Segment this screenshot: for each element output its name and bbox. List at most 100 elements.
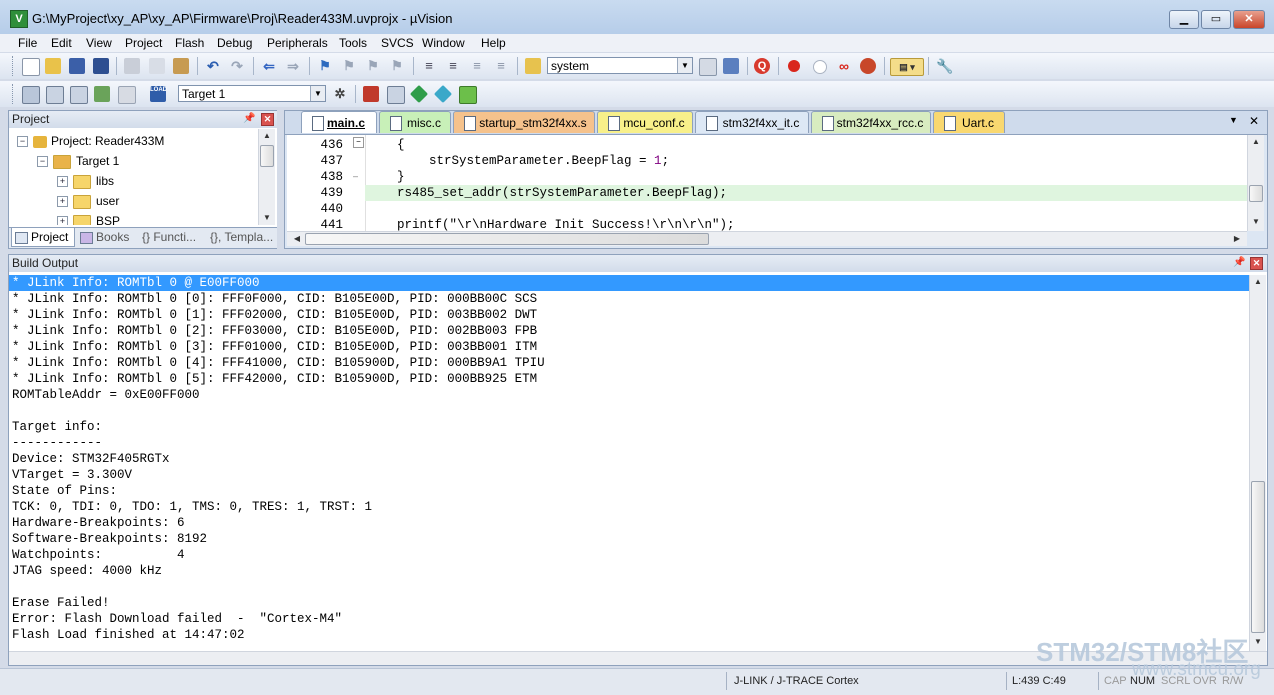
collapse-icon[interactable]: − <box>37 156 48 168</box>
menu-help[interactable]: Help <box>479 34 508 52</box>
expand-icon[interactable]: + <box>57 216 68 225</box>
tab-project[interactable]: Project <box>11 228 75 247</box>
scroll-thumb[interactable] <box>260 145 274 167</box>
chevron-down-icon[interactable]: ▼ <box>310 86 325 101</box>
clear-bookmarks-icon[interactable]: ⚑ <box>389 58 405 74</box>
configure-wrench-icon[interactable]: 🔧 <box>936 58 953 74</box>
chevron-down-icon[interactable]: ▼ <box>677 58 692 73</box>
pack-installer-icon[interactable] <box>433 84 453 104</box>
tree-target[interactable]: − Target 1 <box>37 152 119 170</box>
menu-edit[interactable]: Edit <box>49 34 74 52</box>
kill-breakpoints-icon[interactable] <box>860 58 876 74</box>
scroll-thumb[interactable] <box>1251 481 1265 633</box>
tab-main-c[interactable]: main.c <box>301 111 377 133</box>
menu-project[interactable]: Project <box>123 34 164 52</box>
scroll-thumb[interactable] <box>305 233 709 245</box>
tab-functions[interactable]: {} Functi... <box>139 228 205 247</box>
menu-flash[interactable]: Flash <box>173 34 206 52</box>
expand-icon[interactable]: + <box>57 196 68 208</box>
breakpoint-icon[interactable] <box>788 60 800 72</box>
redo-icon[interactable]: ↷ <box>229 58 245 74</box>
search-combo[interactable]: system ▼ <box>547 57 693 74</box>
collapse-icon[interactable]: − <box>17 136 28 148</box>
project-tree-scrollbar[interactable]: ▲ ▼ <box>258 129 275 225</box>
translate-icon[interactable] <box>22 86 40 104</box>
find-in-files-icon[interactable] <box>525 58 541 74</box>
menu-svcs[interactable]: SVCS <box>379 34 416 52</box>
close-window-button[interactable]: ✕ <box>1233 10 1265 29</box>
build-output-text[interactable]: * JLink Info: ROMTbl 0 @ E00FF000 * JLin… <box>9 275 1249 651</box>
close-panel-icon[interactable]: ✕ <box>261 113 274 126</box>
tab-stm32f4xx-rcc-c[interactable]: stm32f4xx_rcc.c <box>811 111 931 133</box>
scroll-up-icon[interactable]: ▲ <box>259 129 275 143</box>
comment-icon[interactable]: ≡ <box>469 58 485 74</box>
window-layout-dropdown[interactable]: ▤ ▾ <box>890 58 924 76</box>
stop-build-icon[interactable] <box>118 86 136 104</box>
navigate-forward-icon[interactable]: ⇒ <box>285 58 301 74</box>
copy-icon[interactable] <box>149 58 165 74</box>
load-download-icon[interactable]: LOAD <box>150 86 167 102</box>
save-all-icon[interactable] <box>93 58 109 74</box>
disable-breakpoint-icon[interactable] <box>813 60 827 74</box>
editor-vertical-scrollbar[interactable]: ▲ ▼ <box>1247 135 1264 231</box>
close-panel-icon[interactable]: ✕ <box>1250 257 1263 270</box>
tab-mcu-conf-c[interactable]: mcu_conf.c <box>597 111 693 133</box>
tree-root[interactable]: − Project: Reader433M <box>17 132 164 150</box>
prev-bookmark-icon[interactable]: ⚑ <box>341 58 357 74</box>
open-folder-icon[interactable] <box>45 58 61 74</box>
scroll-right-icon[interactable]: ▶ <box>1229 232 1245 246</box>
maximize-button[interactable]: ▭ <box>1201 10 1231 29</box>
pin-icon[interactable]: 📌 <box>1233 257 1245 269</box>
pin-icon[interactable]: 📌 <box>243 113 255 125</box>
batch-build-icon[interactable] <box>94 86 110 102</box>
scroll-up-icon[interactable]: ▲ <box>1248 135 1264 149</box>
paste-icon[interactable] <box>173 58 189 74</box>
menu-debug[interactable]: Debug <box>215 34 254 52</box>
uncomment-icon[interactable]: ≡ <box>493 58 509 74</box>
clear-breakpoints-icon[interactable]: ∞ <box>836 58 852 74</box>
target-options-icon[interactable]: ✲ <box>332 86 348 102</box>
incremental-find-icon[interactable] <box>723 58 739 74</box>
find-icon[interactable] <box>699 58 717 76</box>
close-editor-tab-icon[interactable]: ✕ <box>1249 114 1259 128</box>
tab-misc-c[interactable]: misc.c <box>379 111 451 133</box>
debug-session-icon[interactable]: Q <box>754 58 770 74</box>
manage-components-icon[interactable] <box>387 86 405 104</box>
tab-books[interactable]: Books <box>77 228 137 247</box>
tree-folder-bsp[interactable]: + BSP <box>57 212 120 225</box>
tab-startup-s[interactable]: startup_stm32f4xx.s <box>453 111 595 133</box>
select-packs-icon[interactable] <box>409 84 429 104</box>
tree-folder-libs[interactable]: + libs <box>57 172 114 190</box>
indent-icon[interactable]: ≡ <box>421 58 437 74</box>
scroll-thumb[interactable] <box>1249 185 1263 202</box>
menu-window[interactable]: Window <box>420 34 467 52</box>
tree-folder-user[interactable]: + user <box>57 192 119 210</box>
target-combo[interactable]: Target 1 ▼ <box>178 85 326 102</box>
minimize-button[interactable]: ▁ <box>1169 10 1199 29</box>
tab-uart-c[interactable]: Uart.c <box>933 111 1005 133</box>
tab-stm32f4xx-it-c[interactable]: stm32f4xx_it.c <box>695 111 809 133</box>
expand-icon[interactable]: + <box>57 176 68 188</box>
file-extensions-icon[interactable] <box>363 86 379 102</box>
scroll-up-icon[interactable]: ▲ <box>1250 275 1266 289</box>
scroll-down-icon[interactable]: ▼ <box>1248 215 1264 229</box>
undo-icon[interactable]: ↶ <box>205 58 221 74</box>
rebuild-icon[interactable] <box>70 86 88 104</box>
bookmark-icon[interactable]: ⚑ <box>317 58 333 74</box>
tab-list-dropdown-icon[interactable]: ▼ <box>1229 115 1238 125</box>
new-file-icon[interactable] <box>22 58 40 76</box>
menu-peripherals[interactable]: Peripherals <box>265 34 330 52</box>
navigate-back-icon[interactable]: ⇐ <box>261 58 277 74</box>
scroll-down-icon[interactable]: ▼ <box>1250 635 1266 649</box>
editor-horizontal-scrollbar[interactable]: ◀ ▶ <box>287 231 1247 246</box>
cut-icon[interactable] <box>124 58 140 74</box>
code-editor[interactable]: − 436{ 437 strSystemParameter.BeepFlag = … <box>287 135 1249 231</box>
tab-templates[interactable]: {}, Templa... <box>207 228 277 247</box>
scroll-down-icon[interactable]: ▼ <box>259 211 275 225</box>
scroll-left-icon[interactable]: ◀ <box>289 232 305 246</box>
menu-view[interactable]: View <box>84 34 114 52</box>
menu-tools[interactable]: Tools <box>337 34 369 52</box>
build-output-vertical-scrollbar[interactable]: ▲ ▼ <box>1249 275 1266 651</box>
build-icon[interactable] <box>46 86 64 104</box>
next-bookmark-icon[interactable]: ⚑ <box>365 58 381 74</box>
